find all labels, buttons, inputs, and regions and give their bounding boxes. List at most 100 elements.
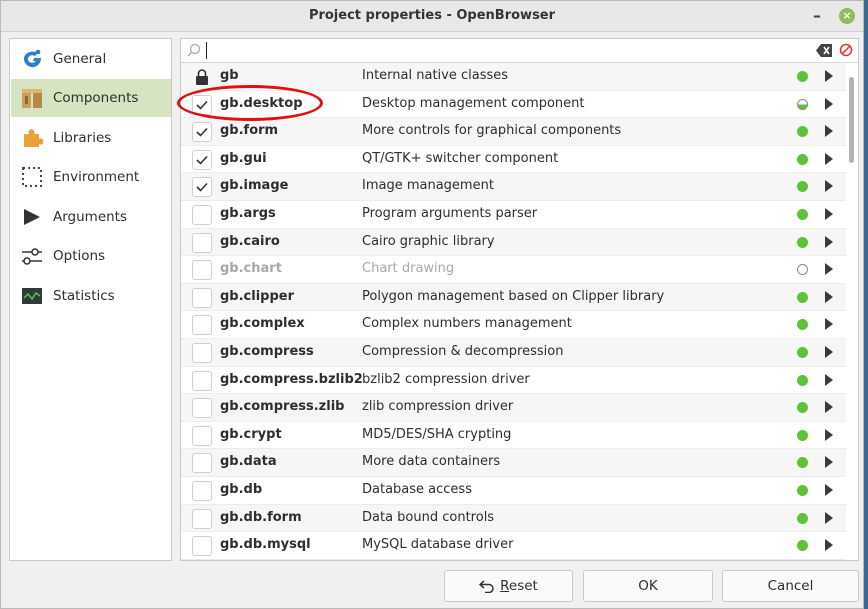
component-checkbox[interactable] (192, 315, 212, 336)
search-input[interactable] (206, 42, 207, 59)
component-row[interactable]: gb.gui QT/GTK+ switcher component (181, 146, 846, 174)
component-checkbox[interactable] (192, 508, 212, 529)
sidebar-item-options[interactable]: Options (11, 237, 171, 275)
expand-arrow-icon[interactable] (825, 125, 833, 138)
sidebar-item-statistics[interactable]: Statistics (11, 277, 171, 315)
component-checkbox[interactable] (192, 370, 212, 391)
component-row[interactable]: gb.cairo Cairo graphic library (181, 228, 846, 257)
expand-arrow-icon[interactable] (825, 346, 833, 358)
expand-arrow-icon[interactable] (825, 511, 833, 524)
component-name: gb.cairo (220, 233, 280, 249)
expand-arrow-icon[interactable] (825, 70, 833, 82)
vertical-scrollbar[interactable] (848, 65, 856, 560)
status-indicator-icon (797, 347, 808, 358)
expand-arrow-icon[interactable] (825, 180, 833, 193)
component-row[interactable]: gb.chart Chart drawing (181, 256, 846, 284)
expand-arrow-icon[interactable] (825, 235, 833, 248)
component-checkbox[interactable] (192, 398, 212, 419)
status-indicator-icon (797, 181, 808, 193)
component-row[interactable]: gb.crypt MD5/DES/SHA crypting (181, 422, 846, 450)
expand-arrow-icon[interactable] (825, 401, 833, 414)
component-row[interactable]: gb.compress.zlib zlib compression driver (181, 394, 846, 422)
expand-arrow-icon[interactable] (825, 290, 833, 303)
component-checkbox[interactable] (192, 453, 212, 474)
expand-arrow-icon[interactable] (825, 539, 833, 552)
sidebar-item-label: Arguments (53, 209, 128, 225)
status-indicator-icon (797, 153, 808, 165)
expand-arrow-icon[interactable] (825, 456, 833, 469)
sidebar: General Components Libraries Environment… (9, 38, 172, 561)
component-checkbox[interactable] (192, 177, 212, 198)
cancel-button[interactable]: Cancel (722, 570, 859, 602)
component-row[interactable]: gb.image Image management (181, 173, 846, 201)
component-row[interactable]: gb.clipper Polygon management based on Cl… (181, 283, 846, 312)
expand-arrow-icon[interactable] (825, 484, 833, 496)
component-checkbox[interactable] (192, 94, 212, 115)
component-row[interactable]: gb.compress.bzlib2 bzlib2 compression dri… (181, 367, 846, 395)
sidebar-item-components[interactable]: Components (11, 79, 171, 117)
component-name: gb.image (220, 178, 289, 194)
component-description: More data containers (362, 454, 501, 470)
component-row[interactable]: gb.data More data containers (181, 449, 846, 477)
component-row[interactable]: gb.compress Compression & decompression (181, 339, 846, 367)
expand-arrow-icon[interactable] (825, 428, 833, 441)
sidebar-item-general[interactable]: General (11, 40, 171, 78)
expand-arrow-icon[interactable] (825, 97, 833, 110)
component-description: MySQL database driver (362, 537, 514, 553)
component-description: QT/GTK+ switcher component (362, 150, 559, 166)
component-row[interactable]: gb.args Program arguments parser (181, 201, 846, 229)
expand-arrow-icon[interactable] (825, 318, 833, 331)
search-bar[interactable] (181, 39, 858, 63)
status-indicator-icon (797, 512, 808, 524)
reset-button[interactable]: Reset (444, 570, 573, 602)
expand-arrow-icon[interactable] (825, 373, 833, 386)
close-button[interactable]: × (839, 8, 855, 24)
scrollbar-thumb[interactable] (849, 77, 854, 163)
component-checkbox[interactable] (192, 232, 212, 253)
sidebar-item-environment[interactable]: Environment (11, 158, 171, 196)
status-indicator-icon (797, 457, 808, 469)
expand-arrow-icon[interactable] (825, 208, 833, 220)
component-description: Program arguments parser (362, 206, 538, 221)
component-description: bzlib2 compression driver (362, 371, 530, 387)
component-checkbox[interactable] (192, 287, 212, 308)
chart-line-icon (21, 285, 43, 307)
component-row[interactable]: gb.db Database access (181, 477, 846, 505)
status-indicator-icon (797, 71, 808, 82)
titlebar: Project properties - OpenBrowser – × (1, 1, 863, 32)
component-checkbox[interactable] (192, 149, 212, 170)
component-name: gb.clipper (220, 288, 295, 304)
ok-button[interactable]: OK (583, 570, 713, 602)
sidebar-item-label: Statistics (53, 288, 115, 304)
component-row[interactable]: gb.db.form Data bound controls (181, 504, 846, 533)
component-row[interactable]: gb.desktop Desktop management component (181, 91, 846, 119)
status-indicator-icon (797, 98, 808, 110)
component-name: gb.desktop (220, 95, 303, 111)
component-row[interactable]: gb.db.mysql MySQL database driver (181, 532, 846, 560)
component-description: Compression & decompression (362, 344, 564, 359)
component-row[interactable]: gb.complex Complex numbers management (181, 311, 846, 339)
component-row[interactable]: gb.form More controls for graphical compo… (181, 118, 846, 146)
expand-arrow-icon[interactable] (825, 152, 833, 165)
status-indicator-icon (797, 291, 808, 303)
component-checkbox[interactable] (192, 343, 212, 363)
component-checkbox[interactable] (192, 425, 212, 446)
component-row[interactable]: gb Internal native classes (181, 63, 846, 91)
sidebar-item-arguments[interactable]: Arguments (11, 198, 171, 236)
component-checkbox[interactable] (192, 481, 212, 501)
component-name: gb.chart (220, 261, 282, 277)
component-name: gb.form (220, 123, 279, 139)
component-checkbox[interactable] (192, 205, 212, 225)
minimize-button[interactable]: – (807, 5, 827, 27)
status-indicator-icon (797, 485, 808, 496)
component-checkbox[interactable] (192, 536, 212, 557)
stop-icon[interactable] (839, 43, 853, 57)
status-indicator-icon (797, 236, 808, 248)
expand-arrow-icon[interactable] (825, 263, 833, 276)
sidebar-item-libraries[interactable]: Libraries (11, 119, 171, 157)
status-indicator-icon (797, 402, 808, 414)
project-properties-window: Project properties - OpenBrowser – × Gen… (0, 0, 864, 609)
clear-text-icon[interactable] (816, 44, 832, 57)
component-checkbox[interactable] (192, 122, 212, 143)
dotted-frame-icon (21, 166, 43, 188)
